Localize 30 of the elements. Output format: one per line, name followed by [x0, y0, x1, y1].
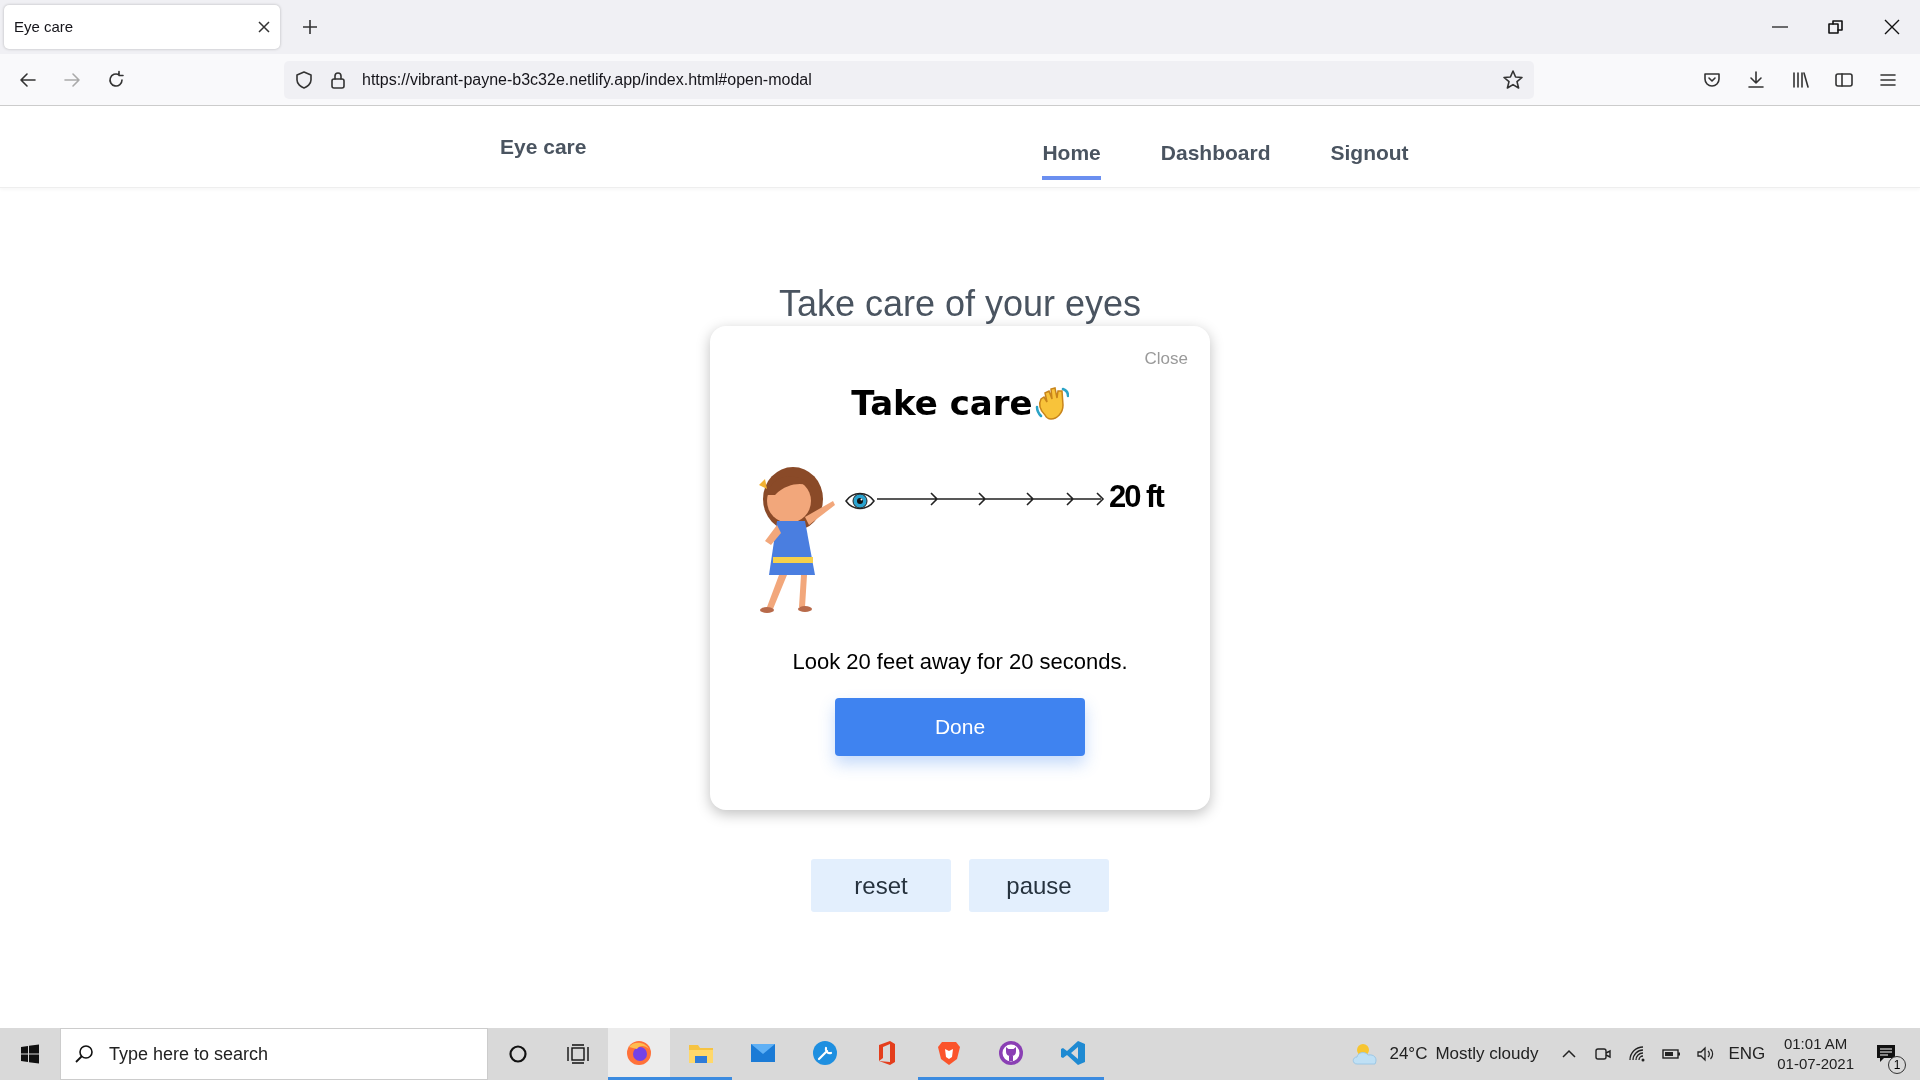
weather-condition[interactable]: Mostly cloudy	[1435, 1041, 1539, 1067]
done-button[interactable]: Done	[835, 697, 1085, 756]
clock-date[interactable]: 01-07-2021	[1777, 1054, 1854, 1075]
waving-hand-icon	[1034, 385, 1069, 421]
search-field[interactable]: Type here to search	[60, 1028, 488, 1080]
circle-icon[interactable]	[508, 1044, 528, 1064]
browser-icon[interactable]	[608, 1028, 670, 1080]
page-heading: Take care of your eyes	[777, 282, 1143, 326]
brand-name: Eye care	[500, 133, 587, 160]
new-tab-icon[interactable]	[302, 19, 318, 35]
modal-message: Look 20 feet away for 20 seconds.	[792, 647, 1128, 676]
search-icon	[74, 1044, 94, 1064]
nav-link[interactable]: Dashboard	[1160, 126, 1271, 181]
start-icon[interactable]	[20, 1044, 40, 1064]
pause-button[interactable]: pause	[969, 859, 1109, 913]
nav-link[interactable]: Signout	[1330, 126, 1409, 181]
clock-time[interactable]: 01:01 AM	[1783, 1033, 1848, 1054]
shield-icon[interactable]	[294, 69, 314, 90]
distance-label: 20 ft	[1109, 480, 1163, 512]
star-icon[interactable]	[1502, 68, 1524, 91]
weather-temperature[interactable]: 24°C	[1389, 1041, 1428, 1067]
reset-button[interactable]: reset	[811, 859, 951, 913]
browser-tab[interactable]: Eye care	[4, 5, 280, 49]
task-view-icon[interactable]	[567, 1044, 589, 1064]
notification-count: 1	[1888, 1056, 1906, 1074]
close-icon[interactable]	[258, 21, 270, 33]
language-indicator[interactable]: ENG	[1728, 1041, 1766, 1067]
nav-link[interactable]: Home	[1042, 126, 1101, 181]
modal-title: Take care	[851, 381, 1033, 425]
lock-icon[interactable]	[328, 69, 348, 90]
